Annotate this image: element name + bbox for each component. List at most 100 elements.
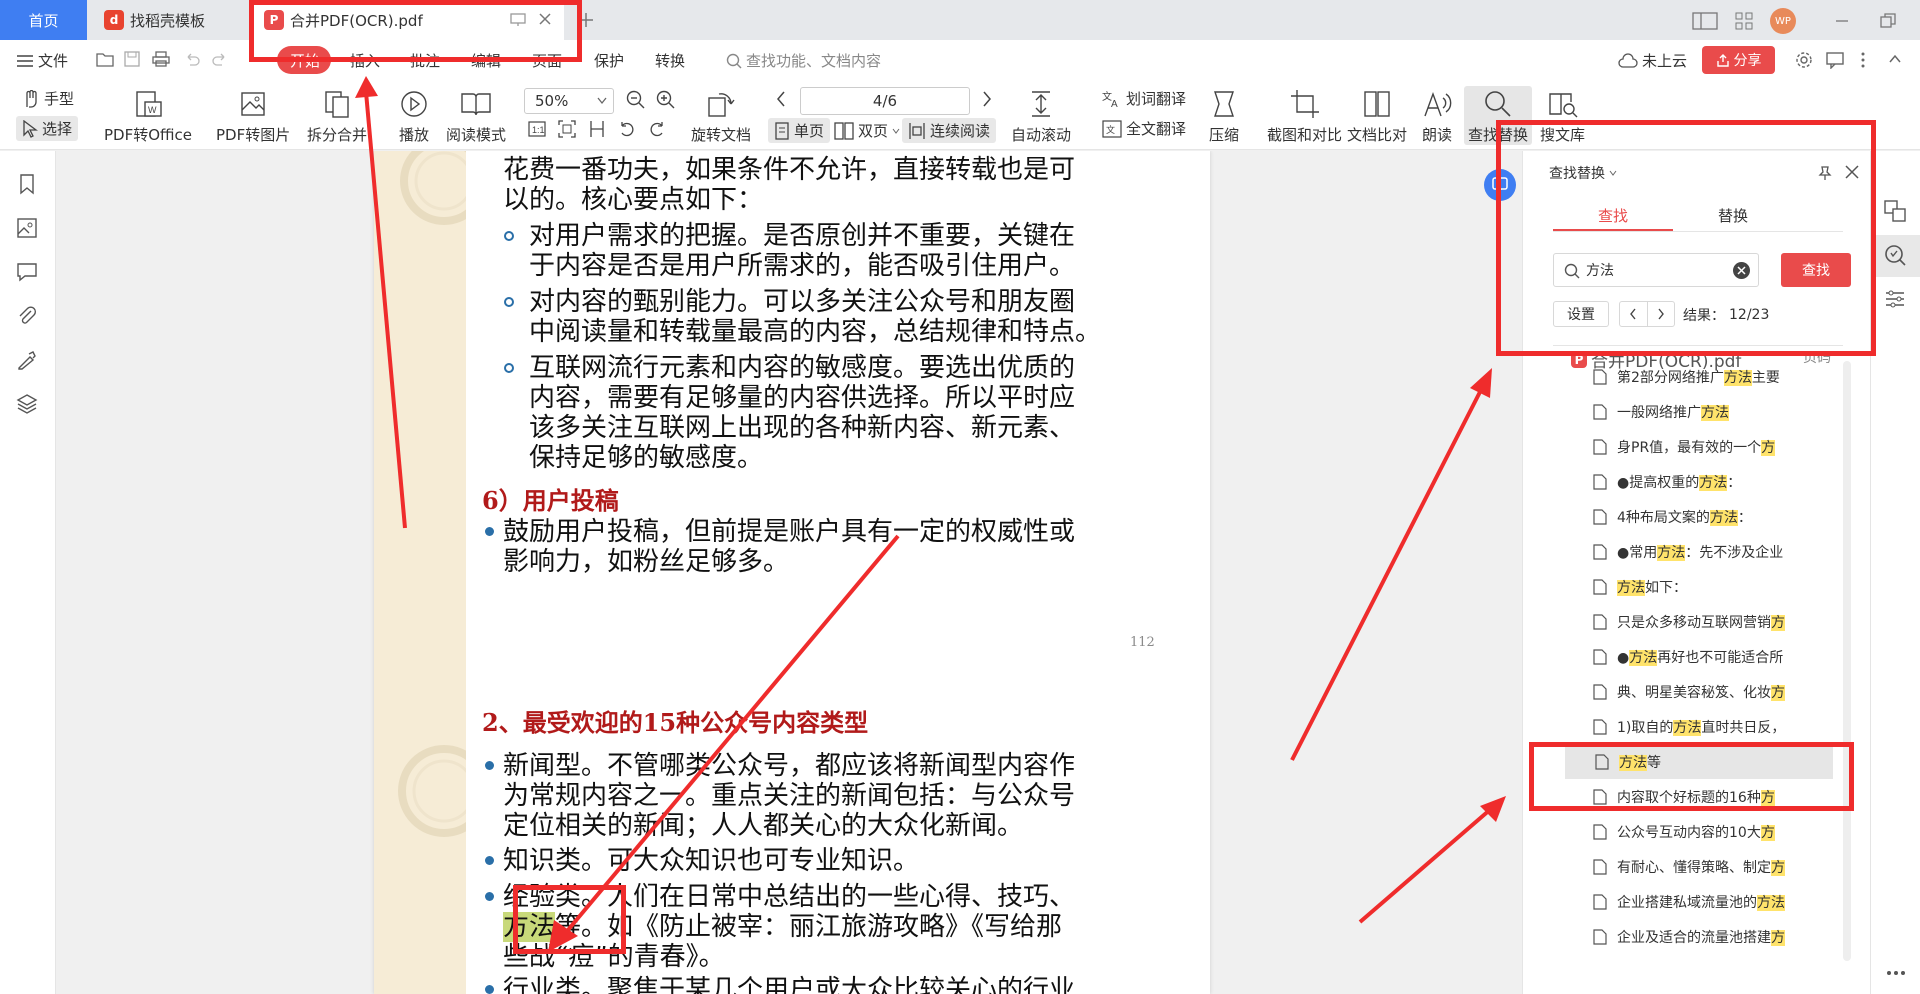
continuous-read-button[interactable]: 连续阅读 [902, 118, 997, 143]
play-button[interactable]: 播放 [398, 86, 430, 145]
bullet-dot [485, 527, 494, 536]
split-merge-label: 拆分合并 [307, 126, 368, 144]
apps-grid-icon[interactable] [1734, 11, 1754, 31]
compress-button[interactable]: 压缩 [1209, 86, 1239, 145]
result-item[interactable]: 一般网络推广方法1 [1563, 394, 1833, 429]
full-translate-button[interactable]: 文 全文翻译 [1102, 118, 1186, 139]
zoom-in-icon[interactable] [656, 90, 676, 110]
single-page-button[interactable]: 单页 [768, 118, 831, 143]
find-side-icon[interactable] [1883, 243, 1907, 267]
restore-icon[interactable] [1878, 11, 1898, 31]
rotate-doc-button[interactable]: 旋转文档 [691, 86, 751, 145]
result-item[interactable]: ●常用方法：先不涉及企业2 [1563, 534, 1833, 569]
pdf-to-office-button[interactable]: W PDF转Office [104, 86, 192, 145]
attachment-icon[interactable] [16, 305, 38, 327]
undo-icon[interactable] [184, 51, 200, 67]
svg-text:A: A [1111, 99, 1118, 108]
actual-size-icon[interactable]: 1:1 [528, 120, 546, 138]
split-merge-button[interactable]: 拆分合并 [307, 86, 367, 145]
result-scrollbar[interactable] [1843, 361, 1851, 961]
zoom-select[interactable]: 50% [524, 88, 614, 114]
file-menu[interactable]: 文件 [16, 50, 68, 71]
share-button[interactable]: 分享 [1702, 46, 1775, 74]
rotate-doc-icon[interactable] [705, 88, 737, 120]
collapse-ribbon-icon[interactable] [1888, 52, 1902, 66]
minimize-icon[interactable] [1822, 11, 1862, 31]
result-snippet: 第2部分网络推广方法主要 [1617, 367, 1780, 387]
snippet-match: 方法 [1699, 474, 1728, 491]
translate-side-icon[interactable] [1883, 199, 1907, 223]
bookmark-icon[interactable] [16, 173, 38, 195]
doc-compare-button[interactable]: 文档比对 [1347, 86, 1407, 145]
layers-icon[interactable] [16, 393, 38, 415]
hand-tool[interactable]: 手型 [22, 88, 74, 109]
more-vertical-icon[interactable] [1860, 51, 1866, 69]
feedback-icon[interactable] [1826, 51, 1844, 69]
snippet-match: 方 [1771, 929, 1785, 946]
redo-icon[interactable] [212, 51, 228, 67]
prev-page-icon[interactable] [776, 91, 786, 107]
fit-page-icon[interactable] [558, 120, 576, 138]
comment-icon[interactable] [16, 261, 38, 283]
open-folder-icon[interactable] [96, 51, 114, 67]
rotate-left-icon[interactable] [618, 120, 636, 138]
result-item[interactable]: ●提高权重的方法：1 [1563, 464, 1833, 499]
document-viewport[interactable]: 花费一番功夫，如果条件不允许，直接转载也是可 以的。核心要点如下： 对用户需求的… [56, 151, 1522, 994]
result-item[interactable]: 第2部分网络推广方法主要1 [1563, 359, 1833, 394]
cloud-status[interactable]: 未上云 [1618, 50, 1687, 71]
more-horizontal-icon[interactable] [1885, 969, 1907, 977]
share-label: 分享 [1733, 53, 1762, 69]
thumbnail-icon[interactable] [16, 217, 38, 239]
zoom-out-icon[interactable] [626, 90, 646, 110]
tab-template[interactable]: d 找稻壳模板 [92, 0, 246, 40]
screenshot-compare-button[interactable]: 截图和对比 [1267, 86, 1342, 145]
word-translate-button[interactable]: 文A 划词翻译 [1102, 88, 1186, 109]
result-item[interactable]: 4种布局文案的方法：2 [1563, 499, 1833, 534]
fit-width-icon[interactable] [588, 120, 606, 138]
save-icon[interactable] [124, 51, 140, 67]
settings-icon[interactable] [1795, 51, 1813, 69]
result-item[interactable]: 有耐心、懂得策略、制定方5 [1563, 849, 1833, 884]
result-snippet: 4种布局文案的方法： [1617, 507, 1752, 527]
signature-icon[interactable] [16, 349, 38, 371]
menu-protect[interactable]: 保护 [594, 50, 624, 71]
result-item[interactable]: 企业搭建私域流量池的方法5 [1563, 884, 1833, 919]
result-list[interactable]: 第2部分网络推广方法主要1一般网络推广方法1身PR值，最有效的一个方1●提高权重… [1523, 359, 1871, 994]
result-item[interactable]: ●方法再好也不可能适合所4 [1563, 639, 1833, 674]
doc-line: 定位相关的新闻；人人都关心的大众化新闻。 [503, 811, 1024, 841]
bullet-dot [485, 856, 494, 865]
feature-search[interactable]: 查找功能、文档内容 [726, 50, 881, 71]
result-item[interactable]: 身PR值，最有效的一个方1 [1563, 429, 1833, 464]
read-aloud-button[interactable]: 朗读 [1421, 86, 1453, 145]
auto-scroll-icon [1032, 91, 1050, 117]
result-item[interactable]: 企业及适合的流量池搭建方5 [1563, 919, 1833, 954]
result-item[interactable]: 方法如下：3 [1563, 569, 1833, 604]
pdf-to-image-button[interactable]: PDF转图片 [216, 86, 290, 145]
result-item[interactable]: 1)取自的方法直时共日反，4 [1563, 709, 1833, 744]
chevron-down-icon [597, 97, 607, 105]
auto-scroll-button[interactable]: 自动滚动 [1011, 86, 1071, 145]
page-number-input[interactable]: 4/6 [800, 87, 970, 115]
double-page-button[interactable]: 双页 [834, 120, 900, 141]
tab-home[interactable]: 首页 [0, 0, 87, 40]
snippet-pre: 一般网络推广 [1617, 404, 1701, 421]
print-icon[interactable] [152, 51, 170, 67]
rotate-doc-label: 旋转文档 [691, 126, 752, 144]
sliders-icon[interactable] [1883, 287, 1907, 311]
rotate-right-icon[interactable] [648, 120, 666, 138]
avatar[interactable]: WP [1770, 8, 1796, 34]
snippet-pre: 只是众多移动互联网营销 [1617, 614, 1771, 631]
result-item[interactable]: 公众号互动内容的10大方4 [1563, 814, 1833, 849]
snippet-match: 方 [1771, 614, 1785, 631]
menu-convert[interactable]: 转换 [655, 50, 685, 71]
play-label: 播放 [398, 126, 429, 144]
result-item[interactable]: 典、明星美容秘笈、化妆方4 [1563, 674, 1833, 709]
snippet-match: 方 [1760, 824, 1775, 841]
translate-icon: 文A [1102, 90, 1118, 108]
document-icon [1593, 578, 1607, 595]
layout-icon[interactable] [1692, 11, 1718, 31]
next-page-icon[interactable] [982, 91, 992, 107]
result-item[interactable]: 只是众多移动互联网营销方4 [1563, 604, 1833, 639]
select-tool[interactable]: 选择 [16, 116, 79, 141]
read-mode-button[interactable]: 阅读模式 [446, 86, 506, 145]
